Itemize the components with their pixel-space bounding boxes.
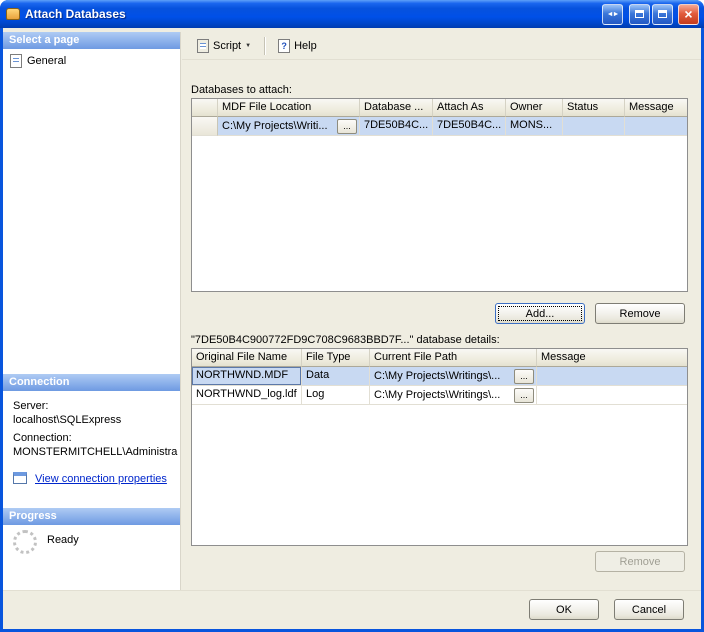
owner-cell[interactable]: MONS... xyxy=(506,117,563,136)
column-header-message[interactable]: Message xyxy=(625,99,687,117)
column-header-rowselector[interactable] xyxy=(192,99,218,117)
help-button-label: Help xyxy=(294,39,317,52)
mdf-file-location-value: C:\My Projects\Writi... xyxy=(222,120,328,132)
sidebar-item-label: General xyxy=(27,55,67,67)
add-button[interactable]: Add... xyxy=(495,303,585,324)
maximize-icon xyxy=(658,10,667,18)
main-panel: Script ▼ ? Help Databases to attach: MDF… xyxy=(182,32,701,590)
table-row[interactable]: NORTHWND.MDF Data C:\My Projects\Writing… xyxy=(192,367,687,386)
dialog-body: Select a page General Connection Server:… xyxy=(3,28,701,629)
mdf-file-location-cell[interactable]: C:\My Projects\Writi... ... xyxy=(218,117,360,136)
ok-button[interactable]: OK xyxy=(529,599,599,620)
connection-properties-icon xyxy=(13,472,27,484)
original-file-name-cell[interactable]: NORTHWND_log.ldf xyxy=(192,386,302,405)
databases-to-attach-label: Databases to attach: xyxy=(191,84,292,96)
toolbar: Script ▼ ? Help xyxy=(182,32,701,60)
progress-spinner-icon xyxy=(13,530,37,554)
progress-header: Progress xyxy=(3,508,180,525)
attach-as-cell[interactable]: 7DE50B4C... xyxy=(433,117,506,136)
column-header-database[interactable]: Database ... xyxy=(360,99,433,117)
connection-value: MONSTERMITCHELL\Administra xyxy=(13,446,178,458)
column-header-mdf-file-location[interactable]: MDF File Location xyxy=(218,99,360,117)
script-button-label: Script xyxy=(213,39,242,52)
message-cell[interactable] xyxy=(537,367,687,386)
window-icon xyxy=(6,8,20,20)
table-row[interactable]: C:\My Projects\Writi... ... 7DE50B4C... … xyxy=(192,117,687,136)
restore-button[interactable] xyxy=(629,3,650,25)
current-file-path-cell[interactable]: C:\My Projects\Writings\... ... xyxy=(370,386,537,405)
server-value: localhost\SQLExpress xyxy=(13,414,122,426)
progress-status: Ready xyxy=(47,534,79,546)
connection-label: Connection: xyxy=(13,432,72,444)
column-header-attach-as[interactable]: Attach As xyxy=(433,99,506,117)
titlebar-buttons: ◄► × xyxy=(602,3,699,25)
message-cell[interactable] xyxy=(625,117,687,136)
current-file-path-cell[interactable]: C:\My Projects\Writings\... ... xyxy=(370,367,537,386)
cancel-button[interactable]: Cancel xyxy=(614,599,684,620)
footer: OK Cancel xyxy=(3,590,701,629)
file-type-cell[interactable]: Data xyxy=(302,367,370,386)
message-cell[interactable] xyxy=(537,386,687,405)
toolbar-separator xyxy=(264,36,266,55)
server-label: Server: xyxy=(13,400,49,412)
connection-header: Connection xyxy=(3,374,180,391)
databases-grid: MDF File Location Database ... Attach As… xyxy=(191,98,688,292)
details-grid-header: Original File Name File Type Current Fil… xyxy=(192,349,687,367)
file-type-cell[interactable]: Log xyxy=(302,386,370,405)
browse-button[interactable]: ... xyxy=(337,118,357,134)
remove-button[interactable]: Remove xyxy=(595,303,685,324)
select-a-page-header: Select a page xyxy=(3,32,180,49)
column-header-status[interactable]: Status xyxy=(563,99,625,117)
sidebar: Select a page General Connection Server:… xyxy=(3,32,181,590)
table-row[interactable]: NORTHWND_log.ldf Log C:\My Projects\Writ… xyxy=(192,386,687,405)
databases-grid-header: MDF File Location Database ... Attach As… xyxy=(192,99,687,117)
column-header-original-file-name[interactable]: Original File Name xyxy=(192,349,302,367)
original-file-name-cell[interactable]: NORTHWND.MDF xyxy=(192,367,302,386)
titlebar[interactable]: Attach Databases ◄► × xyxy=(0,0,704,28)
database-cell[interactable]: 7DE50B4C... xyxy=(360,117,433,136)
chevron-down-icon: ▼ xyxy=(245,42,252,49)
details-grid: Original File Name File Type Current Fil… xyxy=(191,348,688,546)
browse-button[interactable]: ... xyxy=(514,387,534,403)
details-remove-button[interactable]: Remove xyxy=(595,551,685,572)
maximize-button[interactable] xyxy=(652,3,673,25)
column-header-current-file-path[interactable]: Current File Path xyxy=(370,349,537,367)
script-button[interactable]: Script ▼ xyxy=(190,35,258,57)
help-button[interactable]: ? Help xyxy=(271,35,324,57)
script-icon xyxy=(197,38,209,53)
sidebar-item-general[interactable]: General xyxy=(10,54,66,68)
row-selector-cell[interactable] xyxy=(192,117,218,136)
status-cell[interactable] xyxy=(563,117,625,136)
dock-arrows-icon: ◄► xyxy=(606,10,620,18)
attach-databases-window: Attach Databases ◄► × Select a page Gene… xyxy=(0,0,704,632)
database-details-label: "7DE50B4C900772FD9C708C9683BBD7F..." dat… xyxy=(191,334,500,346)
help-icon: ? xyxy=(278,38,291,53)
close-button[interactable]: × xyxy=(678,3,699,25)
column-header-message[interactable]: Message xyxy=(537,349,687,367)
general-page-icon xyxy=(10,54,22,68)
close-icon: × xyxy=(684,6,693,22)
browse-button[interactable]: ... xyxy=(514,368,534,384)
view-connection-properties-link[interactable]: View connection properties xyxy=(35,473,167,485)
restore-icon xyxy=(635,10,644,18)
column-header-file-type[interactable]: File Type xyxy=(302,349,370,367)
window-title: Attach Databases xyxy=(25,7,126,21)
current-file-path-value: C:\My Projects\Writings\... xyxy=(374,370,501,382)
column-header-owner[interactable]: Owner xyxy=(506,99,563,117)
dock-arrows-button[interactable]: ◄► xyxy=(602,3,623,25)
current-file-path-value: C:\My Projects\Writings\... xyxy=(374,389,501,401)
